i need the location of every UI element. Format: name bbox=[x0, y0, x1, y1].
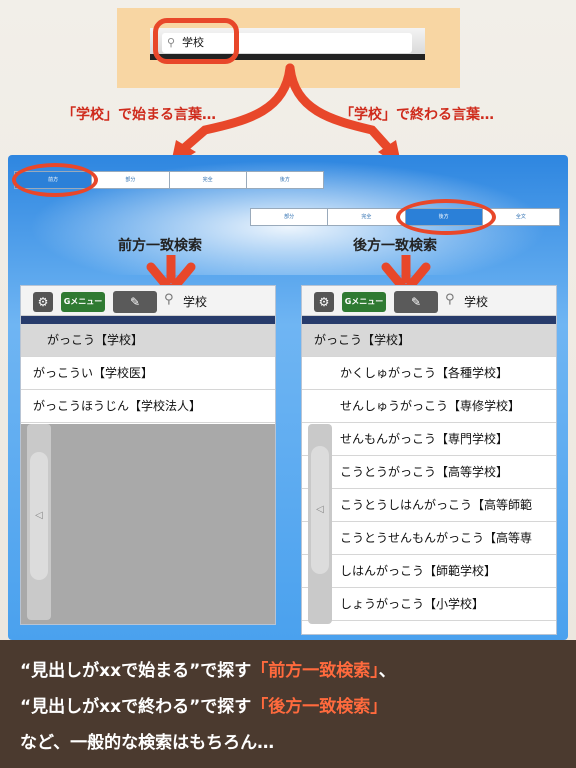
result-list: がっこう【学校】 がっこうい【学校医】 がっこうほうじん【学校法人】 bbox=[21, 324, 275, 423]
menu-button[interactable]: Gメニュー bbox=[61, 292, 105, 312]
description-text: “見出しがxxで終わる”で探す bbox=[20, 697, 252, 717]
search-icon: ⚲ bbox=[445, 292, 455, 307]
description-line-2: “見出しがxxで終わる”で探す「後方一致検索」 bbox=[20, 692, 387, 717]
forward-match-highlight: 「前方一致検索」 bbox=[251, 661, 379, 681]
backward-match-highlight: 「後方一致検索」 bbox=[251, 697, 388, 717]
description-text: 、 bbox=[378, 661, 396, 681]
gear-icon[interactable]: ⚙ bbox=[314, 292, 334, 312]
description-line-1: “見出しがxxで始まる”で探す「前方一致検索」、 bbox=[20, 656, 396, 681]
list-item[interactable]: こうとうがっこう【高等学校】 bbox=[302, 456, 556, 489]
menu-button[interactable]: Gメニュー bbox=[342, 292, 386, 312]
side-rail: ◁ bbox=[308, 424, 332, 624]
side-rail: ◁ bbox=[27, 424, 51, 620]
results-header-bar bbox=[302, 316, 556, 324]
list-item[interactable]: こうとうせんもんがっこう【高等専 bbox=[302, 522, 556, 555]
search-mode-panel: 前方 部分 完全 後方 部分 完全 後方 全文 前方一致検索 後方一致検索 ⚙ … bbox=[8, 155, 568, 640]
collapse-handle-icon[interactable]: ◁ bbox=[311, 446, 329, 574]
toolbar: ⚙ Gメニュー ✎ ⚲ 学校 bbox=[21, 286, 275, 316]
gear-icon[interactable]: ⚙ bbox=[33, 292, 53, 312]
list-item[interactable]: しょうがっこう【小学校】 bbox=[302, 588, 556, 621]
list-item[interactable]: せんしゅうがっこう【専修学校】 bbox=[302, 390, 556, 423]
collapse-handle-icon[interactable]: ◁ bbox=[30, 452, 48, 580]
search-input[interactable]: 学校 bbox=[183, 293, 207, 310]
forward-search-screen: ⚙ Gメニュー ✎ ⚲ 学校 がっこう【学校】 がっこうい【学校医】 がっこうほ… bbox=[20, 285, 276, 625]
results-header-bar bbox=[21, 316, 275, 324]
empty-area bbox=[21, 424, 275, 624]
list-item[interactable]: しはんがっこう【師範学校】 bbox=[302, 555, 556, 588]
list-item[interactable]: がっこうほうじん【学校法人】 bbox=[21, 390, 275, 423]
list-item[interactable]: かくしゅがっこう【各種学校】 bbox=[302, 357, 556, 390]
list-item[interactable]: がっこう【学校】 bbox=[302, 324, 556, 357]
pen-icon[interactable]: ✎ bbox=[113, 291, 157, 313]
list-item[interactable]: がっこうい【学校医】 bbox=[21, 357, 275, 390]
caption-starts-with: 「学校」で始まる言葉… bbox=[62, 107, 216, 123]
result-list: がっこう【学校】 かくしゅがっこう【各種学校】 せんしゅうがっこう【専修学校】 … bbox=[302, 324, 556, 621]
pen-icon[interactable]: ✎ bbox=[394, 291, 438, 313]
search-icon: ⚲ bbox=[164, 292, 174, 307]
description-line-3: など、一般的な検索はもちろん… bbox=[20, 733, 275, 753]
description-text: “見出しがxxで始まる”で探す bbox=[20, 661, 252, 681]
down-arrows bbox=[146, 255, 431, 296]
list-item[interactable]: こうとうしはんがっこう【高等師範 bbox=[302, 489, 556, 522]
search-input[interactable]: 学校 bbox=[464, 293, 488, 310]
toolbar: ⚙ Gメニュー ✎ ⚲ 学校 bbox=[302, 286, 556, 316]
backward-search-screen: ⚙ Gメニュー ✎ ⚲ 学校 がっこう【学校】 かくしゅがっこう【各種学校】 せ… bbox=[301, 285, 557, 635]
list-item[interactable]: せんもんがっこう【専門学校】 bbox=[302, 423, 556, 456]
description-band: “見出しがxxで始まる”で探す「前方一致検索」、 “見出しがxxで終わる”で探す… bbox=[0, 640, 576, 768]
caption-ends-with: 「学校」で終わる言葉… bbox=[340, 107, 494, 123]
list-item[interactable]: がっこう【学校】 bbox=[21, 324, 275, 357]
